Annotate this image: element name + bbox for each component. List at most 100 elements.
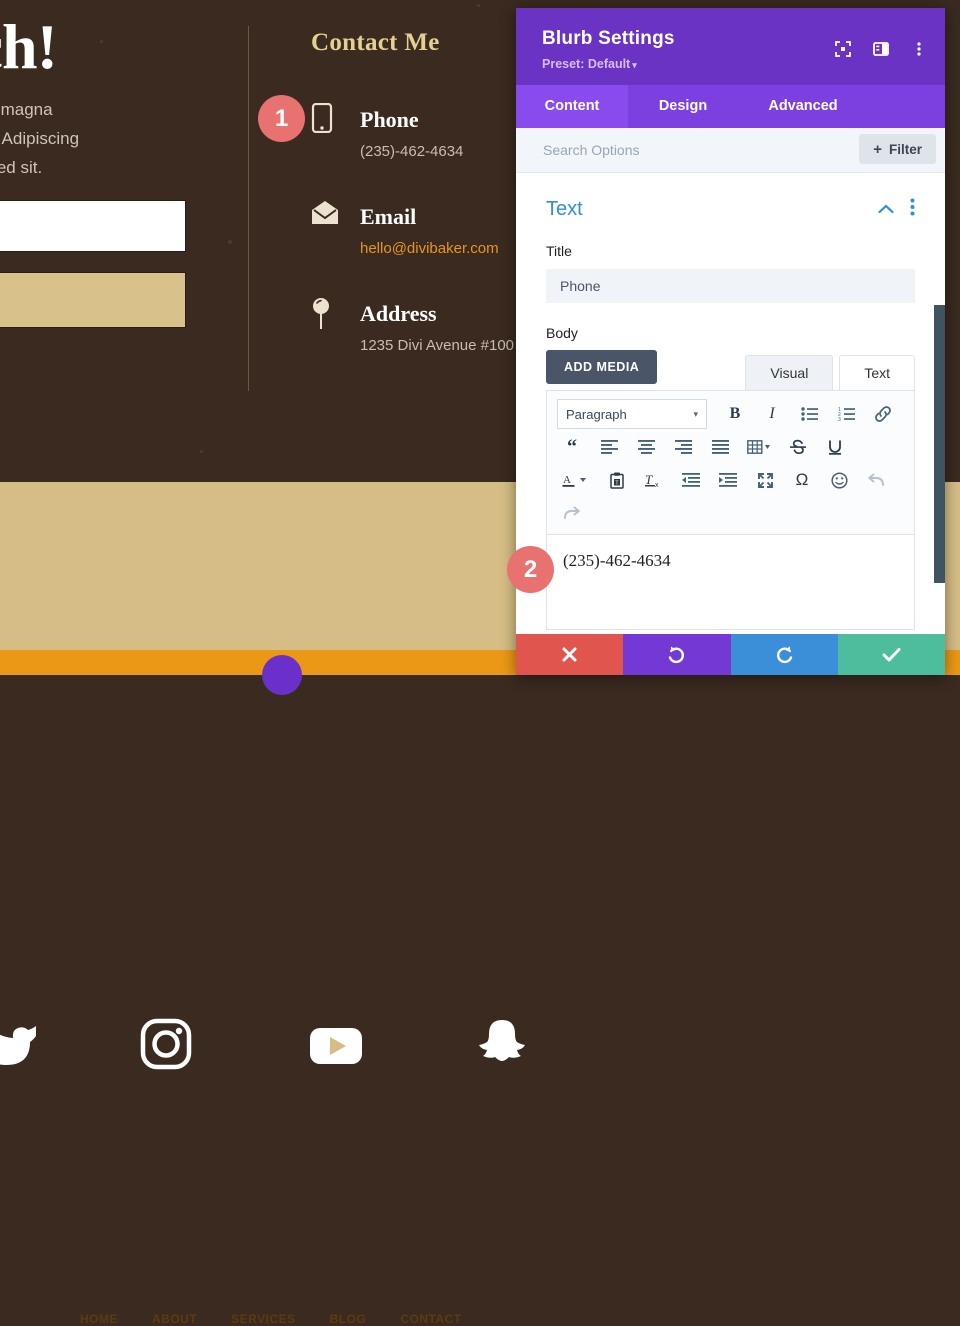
svg-text:A: A bbox=[563, 474, 571, 486]
tab-advanced[interactable]: Advanced bbox=[738, 85, 868, 128]
clear-formatting-icon[interactable]: Tx bbox=[639, 466, 669, 494]
contact-heading: Contact Me bbox=[311, 29, 440, 56]
contact-value: 1235 Divi Avenue #100 bbox=[360, 337, 515, 354]
numbered-list-icon[interactable]: 123 bbox=[831, 400, 861, 428]
preset-label: Preset: Default bbox=[542, 57, 631, 71]
indent-icon[interactable] bbox=[713, 466, 743, 494]
body-editor-content[interactable]: (235)-462-4634 bbox=[546, 535, 915, 630]
divi-builder-toggle-button[interactable] bbox=[262, 655, 302, 695]
contact-value-link[interactable]: hello@divibaker.com bbox=[360, 240, 499, 257]
filter-label: Filter bbox=[888, 141, 922, 157]
twitter-icon[interactable] bbox=[0, 1018, 38, 1071]
contact-value: (235)-462-4634 bbox=[360, 143, 464, 160]
toolbar-row-1: Paragraph ▾ B I 123 bbox=[557, 399, 904, 429]
add-filter-button[interactable]: + Filter bbox=[859, 134, 936, 164]
align-left-icon[interactable] bbox=[594, 433, 624, 461]
contact-form-input-1[interactable] bbox=[0, 200, 186, 252]
nav-item-services[interactable]: SERVICES bbox=[231, 1312, 295, 1326]
link-icon[interactable] bbox=[868, 400, 898, 428]
underline-icon[interactable] bbox=[820, 433, 850, 461]
envelope-icon bbox=[310, 200, 344, 238]
align-right-icon[interactable] bbox=[668, 433, 698, 461]
nav-item-contact[interactable]: CONTACT bbox=[400, 1312, 461, 1326]
snapchat-icon[interactable] bbox=[476, 1018, 528, 1073]
contact-title: Email bbox=[360, 204, 417, 229]
format-select-value: Paragraph bbox=[566, 406, 627, 422]
text-color-icon[interactable]: A bbox=[557, 466, 595, 494]
contact-form-submit-button[interactable] bbox=[0, 272, 186, 328]
modal-header-actions bbox=[835, 41, 927, 57]
annotation-badge-1: 1 bbox=[258, 95, 305, 142]
nav-item-blog[interactable]: BLOG bbox=[330, 1312, 367, 1326]
redo-icon[interactable] bbox=[557, 499, 587, 527]
fullscreen-icon[interactable] bbox=[750, 466, 780, 494]
nav-item-home[interactable]: HOME bbox=[80, 1312, 118, 1326]
editor-mode-tabs: Visual Text bbox=[739, 355, 915, 390]
special-character-icon[interactable]: Ω bbox=[787, 466, 817, 494]
youtube-icon[interactable] bbox=[310, 1028, 362, 1069]
search-input[interactable] bbox=[541, 141, 825, 159]
modal-preset-selector[interactable]: Preset: Default ▾ bbox=[542, 57, 919, 71]
blurb-settings-modal: Blurb Settings Preset: Default ▾ Content … bbox=[516, 8, 945, 675]
decor-speck bbox=[477, 4, 480, 7]
align-center-icon[interactable] bbox=[631, 433, 661, 461]
modal-tab-bar: Content Design Advanced bbox=[516, 85, 945, 128]
chevron-down-icon: ▾ bbox=[693, 408, 698, 419]
editor-tab-visual[interactable]: Visual bbox=[745, 355, 834, 390]
more-vertical-icon[interactable] bbox=[911, 41, 927, 57]
tab-content[interactable]: Content bbox=[516, 85, 628, 128]
close-icon bbox=[562, 647, 577, 662]
undo-button[interactable] bbox=[623, 634, 731, 675]
modal-scrollbar[interactable] bbox=[934, 305, 945, 634]
more-vertical-icon[interactable] bbox=[910, 198, 915, 221]
add-media-button[interactable]: ADD MEDIA bbox=[546, 350, 658, 384]
search-options-bar: + Filter bbox=[516, 128, 945, 173]
toolbar-row-2: “ bbox=[557, 432, 904, 462]
svg-text:3: 3 bbox=[838, 417, 841, 421]
contact-title: Phone bbox=[360, 107, 419, 132]
cancel-button[interactable] bbox=[516, 634, 624, 675]
map-pin-icon bbox=[310, 297, 344, 335]
svg-text:T: T bbox=[645, 472, 653, 487]
annotation-badge-2: 2 bbox=[507, 546, 554, 593]
chevron-up-icon[interactable] bbox=[878, 201, 894, 219]
undo-icon[interactable] bbox=[861, 466, 891, 494]
contact-title: Address bbox=[360, 301, 437, 326]
align-justify-icon[interactable] bbox=[705, 433, 735, 461]
title-input[interactable] bbox=[546, 269, 915, 303]
modal-scrollbar-thumb[interactable] bbox=[934, 305, 945, 583]
table-icon[interactable] bbox=[742, 433, 776, 461]
nav-item-about[interactable]: ABOUT bbox=[152, 1312, 197, 1326]
hero-title: uch! bbox=[0, 11, 58, 82]
focus-target-icon[interactable] bbox=[835, 41, 851, 57]
editor-toolbar: Paragraph ▾ B I 123 “ A T T x Ω bbox=[546, 390, 915, 535]
italic-icon[interactable]: I bbox=[757, 400, 787, 428]
blockquote-icon[interactable]: “ bbox=[557, 433, 587, 461]
chevron-down-icon: ▾ bbox=[632, 60, 637, 70]
vertical-divider bbox=[248, 26, 249, 391]
save-button[interactable] bbox=[837, 634, 945, 675]
editor-tab-text[interactable]: Text bbox=[839, 355, 915, 390]
redo-icon bbox=[777, 646, 793, 664]
toolbar-row-3: A T Tx Ω bbox=[557, 465, 904, 495]
nav-items-list: HOME ABOUT SERVICES BLOG CONTACT bbox=[80, 1312, 496, 1326]
hero-paragraph: vitae id magnag nunc. Adipiscingapien se… bbox=[0, 100, 80, 177]
bulleted-list-icon[interactable] bbox=[794, 400, 824, 428]
text-section-header: Text bbox=[546, 198, 915, 221]
modal-footer-actions bbox=[516, 634, 945, 675]
tab-design[interactable]: Design bbox=[628, 85, 738, 128]
instagram-icon[interactable] bbox=[140, 1018, 192, 1075]
panel-layout-icon[interactable] bbox=[873, 41, 889, 57]
strikethrough-icon[interactable] bbox=[783, 433, 813, 461]
format-select[interactable]: Paragraph ▾ bbox=[557, 399, 707, 429]
svg-text:x: x bbox=[655, 482, 659, 488]
emoji-icon[interactable] bbox=[824, 466, 854, 494]
bold-icon[interactable]: B bbox=[720, 400, 750, 428]
paste-as-text-icon[interactable]: T bbox=[602, 466, 632, 494]
modal-body: Text Title Body ADD MEDIA Visual Text Pa… bbox=[516, 173, 945, 634]
redo-button[interactable] bbox=[730, 634, 838, 675]
outdent-icon[interactable] bbox=[676, 466, 706, 494]
decor-speck bbox=[200, 450, 203, 453]
toolbar-row-4 bbox=[557, 498, 904, 528]
title-field-label: Title bbox=[546, 243, 572, 259]
